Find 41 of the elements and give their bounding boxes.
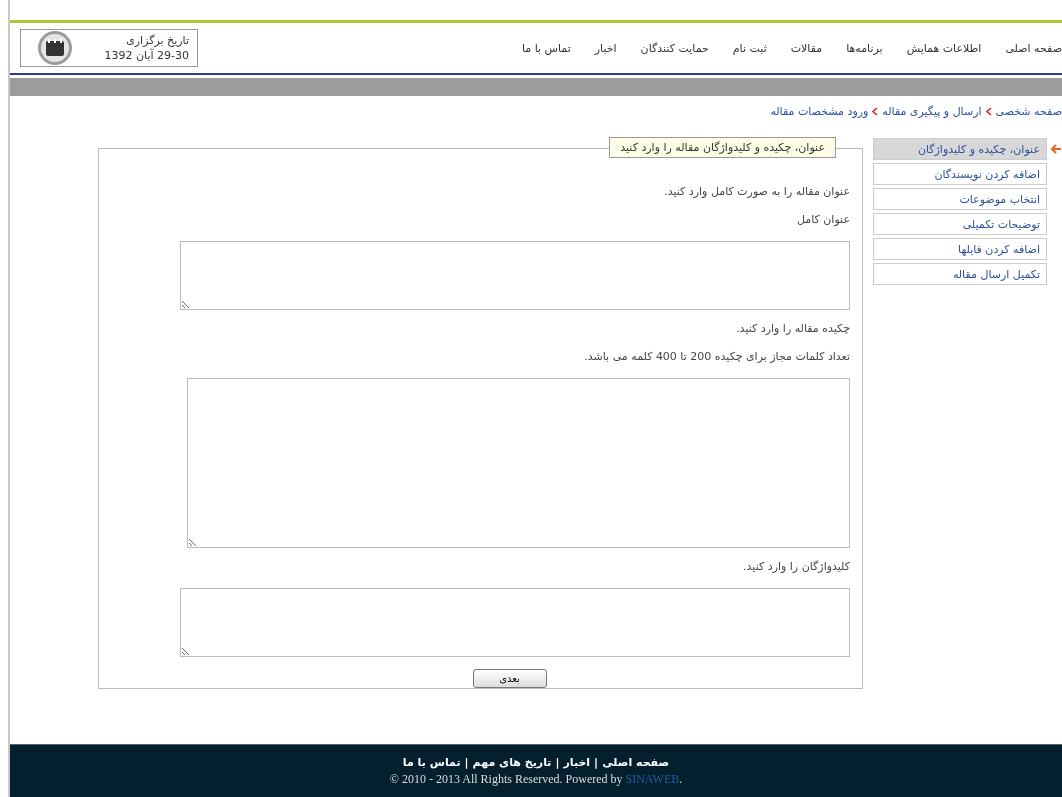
form-note: عنوان مقاله را به صورت کامل وارد کنید. [664, 185, 850, 198]
footer-link[interactable]: صفحه اصلی [602, 755, 670, 769]
separator: | [594, 755, 599, 769]
form-note: عنوان کامل [797, 213, 850, 226]
copyright-text: © 2010 - 2013 All Rights Reserved. Powered by [389, 771, 624, 787]
text-area[interactable] [187, 377, 850, 549]
date-label: تاریخ برگزاری [126, 33, 189, 48]
form-note: کلیدواژگان را وارد کنید. [743, 560, 850, 574]
breadcrumb-link[interactable]: ارسال و پیگیری مقاله [882, 104, 982, 118]
text-area[interactable] [180, 588, 850, 658]
text-area[interactable] [180, 241, 850, 310]
nav-link[interactable]: برنامه‌ها [846, 41, 883, 55]
nav-link[interactable]: صفحه اصلی [1005, 41, 1062, 55]
separator: | [555, 755, 560, 769]
form-note: چکیده مقاله را وارد کنید. [736, 321, 850, 335]
form-note: تعداد کلمات مجاز برای چکیده 200 تا 400 کلمه می باشد. [584, 349, 850, 363]
chevron-icon [872, 106, 879, 116]
chevron-icon [985, 106, 992, 116]
footer-link[interactable]: اخبار [563, 755, 591, 769]
date-text: 29-30 آبان 1392 [104, 48, 189, 63]
footer-link[interactable]: تماس با ما [402, 755, 461, 769]
breadcrumb-link[interactable]: ورود مشخصات مقاله [770, 104, 869, 118]
footer-link[interactable]: تاریخ های مهم [472, 755, 552, 769]
nav-link[interactable]: مقالات [790, 41, 823, 55]
separator: | [464, 755, 469, 769]
step-tab[interactable]: تکمیل ارسال مقاله [873, 263, 1047, 285]
period-text: . [679, 771, 683, 787]
nav-link[interactable]: حمایت کنندگان [640, 41, 709, 55]
next-button[interactable]: بعدی [472, 669, 547, 688]
arrow-icon [1050, 144, 1062, 154]
nav-link[interactable]: ثبت نام [732, 41, 767, 55]
breadcrumb-link[interactable]: صفحه شخصی [995, 104, 1062, 118]
nav-link[interactable]: اطلاعات همایش [906, 41, 982, 55]
step-tab[interactable]: اضافه کردن فایلها [873, 238, 1047, 260]
step-tab[interactable]: توضیحات تکمیلی [873, 213, 1047, 235]
nav-link[interactable]: اخبار [594, 41, 617, 55]
nav-link[interactable]: تماس با ما [521, 41, 571, 55]
step-tab[interactable]: انتخاب موضوعات [873, 188, 1047, 210]
step-tab[interactable]: اضافه کردن نویسندگان [873, 163, 1047, 185]
form-legend: عنوان، چکیده و کلیدواژگان مقاله را وارد کنید [609, 137, 836, 158]
step-tab[interactable]: عنوان، چکیده و کلیدواژگان [873, 138, 1047, 160]
